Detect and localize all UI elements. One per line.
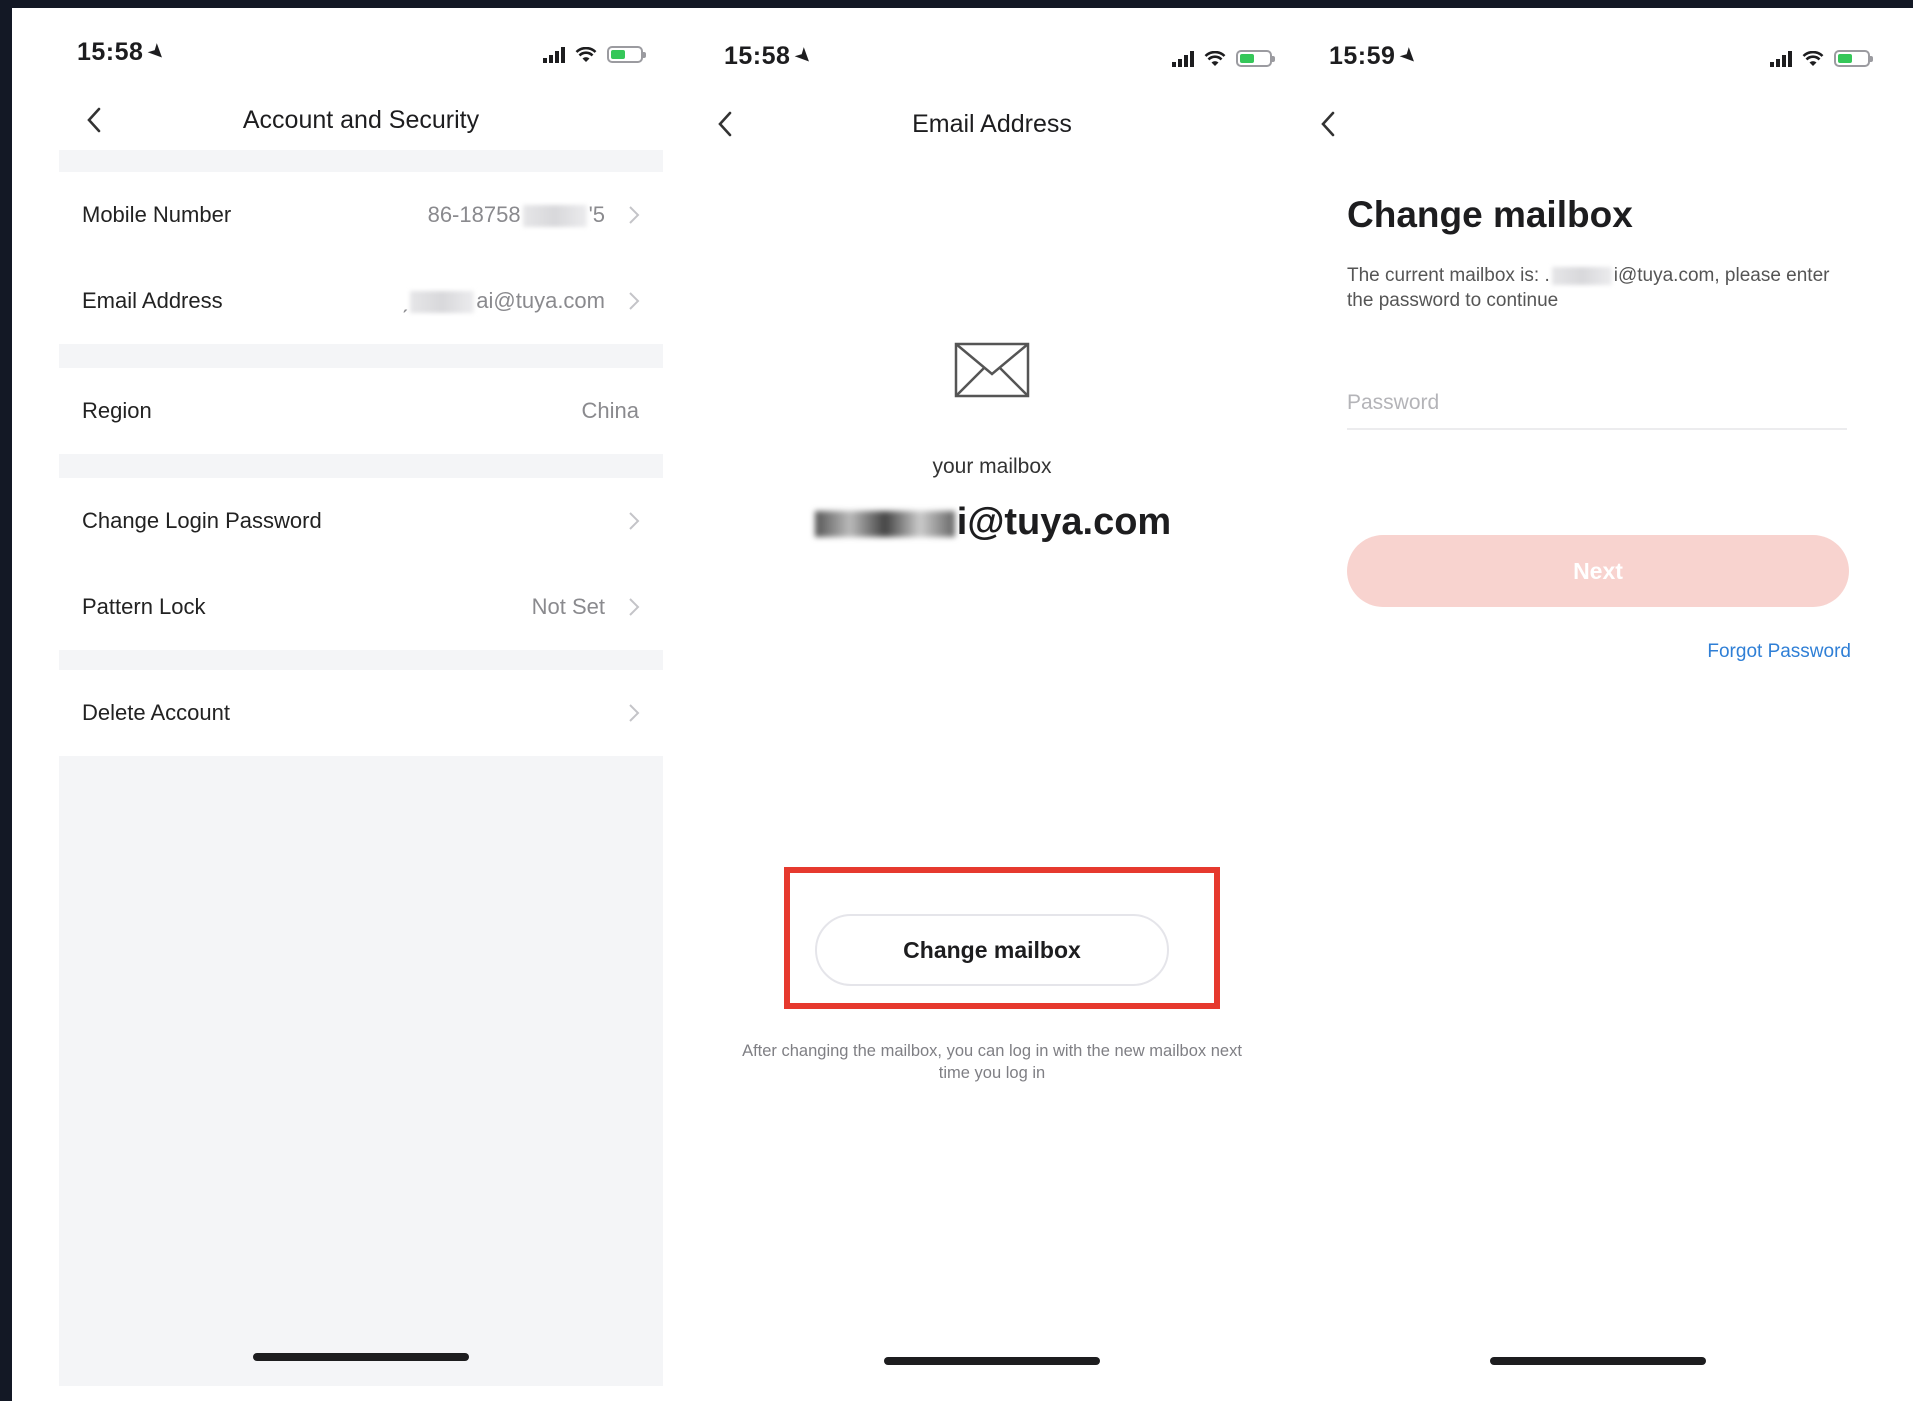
nav-bar — [1295, 94, 1900, 154]
page-title: Account and Security — [242, 106, 480, 134]
wifi-icon — [575, 46, 597, 62]
status-time-text: 15:59 — [1329, 42, 1396, 70]
chevron-right-icon — [629, 598, 640, 616]
location-arrow-icon: ➤ — [1397, 43, 1423, 69]
row-pattern-lock[interactable]: Pattern Lock Not Set — [59, 564, 663, 650]
chevron-right-icon — [629, 704, 640, 722]
nav-bar: Email Address — [690, 94, 1294, 154]
region-value: China — [581, 398, 639, 423]
row-delete-account[interactable]: Delete Account — [59, 670, 663, 756]
nav-bar: Account and Security — [59, 90, 663, 150]
home-indicator[interactable] — [1489, 1357, 1706, 1365]
section-divider — [59, 150, 663, 172]
forgot-password-link[interactable]: Forgot Password — [1707, 641, 1851, 663]
email-prefix: ˏ — [400, 288, 409, 313]
current-mailbox-description: The current mailbox is: . i@tuya.com, ple… — [1347, 263, 1837, 313]
row-mobile-number[interactable]: Mobile Number 86-18758 '5 — [59, 172, 663, 258]
status-icons — [1770, 50, 1873, 67]
row-label: Region — [82, 398, 152, 423]
window-frame-top — [0, 0, 1913, 8]
mobile-prefix: 86-18758 — [427, 202, 521, 227]
section-divider — [59, 650, 663, 670]
cellular-signal-icon — [543, 46, 565, 63]
row-label: Email Address — [82, 288, 223, 313]
status-time-text: 15:58 — [724, 42, 791, 70]
redacted-blur — [814, 510, 955, 537]
wifi-icon — [1204, 50, 1226, 66]
chevron-left-icon[interactable] — [1315, 108, 1343, 140]
redacted-blur — [522, 205, 587, 228]
home-indicator[interactable] — [253, 1353, 469, 1361]
row-label: Change Login Password — [82, 508, 322, 533]
redacted-blur — [410, 291, 475, 314]
row-change-login-password[interactable]: Change Login Password — [59, 478, 663, 564]
email-suffix: ai@tuya.com — [476, 288, 605, 313]
status-time: 15:58➤ — [724, 42, 817, 71]
change-mailbox-screen: 15:59➤ Change mailbox The current mailbo… — [1295, 8, 1900, 1401]
battery-charging-icon — [607, 46, 646, 63]
row-label: Mobile Number — [82, 202, 232, 227]
email-address-screen: 15:58➤ Email Address your mailbox i@tuya… — [690, 8, 1294, 1401]
empty-area — [59, 756, 663, 1386]
row-email-address[interactable]: Email Address ˏ ai@tuya.com — [59, 258, 663, 344]
location-arrow-icon: ➤ — [792, 43, 818, 69]
current-mailbox-address: i@tuya.com — [690, 501, 1294, 544]
pattern-lock-value: Not Set — [531, 594, 605, 619]
chevron-right-icon — [629, 292, 640, 310]
change-mailbox-hint: After changing the mailbox, you can log … — [742, 1042, 1242, 1082]
row-label: Delete Account — [82, 700, 230, 725]
page-title: Email Address — [912, 110, 1072, 138]
highlight-box — [784, 867, 1220, 1009]
battery-charging-icon — [1236, 50, 1275, 67]
envelope-icon — [954, 342, 1030, 398]
email-value: ˏ ai@tuya.com — [401, 288, 605, 314]
mobile-suffix: '5 — [588, 202, 605, 227]
status-icons — [1172, 50, 1275, 67]
status-time: 15:59➤ — [1329, 42, 1422, 71]
window-frame-left — [0, 0, 12, 1401]
battery-charging-icon — [1834, 50, 1873, 67]
mailbox-suffix: i@tuya.com — [956, 501, 1172, 543]
cellular-signal-icon — [1172, 50, 1194, 67]
status-bar: 15:59➤ — [1295, 8, 1900, 98]
status-bar: 15:58➤ — [690, 8, 1294, 98]
wifi-icon — [1802, 50, 1824, 66]
page-title: Change mailbox — [1347, 194, 1633, 235]
section-divider — [59, 344, 663, 368]
account-security-screen: 15:58➤ Account and Security Mobile Numbe… — [59, 8, 663, 1401]
your-mailbox-label: your mailbox — [932, 455, 1052, 478]
chevron-right-icon — [629, 206, 640, 224]
status-bar: 15:58➤ — [59, 8, 663, 98]
row-region[interactable]: Region China — [59, 368, 663, 454]
row-label: Pattern Lock — [82, 594, 206, 619]
mobile-number-value: 86-18758 '5 — [428, 202, 605, 228]
location-arrow-icon: ➤ — [145, 39, 171, 65]
status-icons — [543, 46, 646, 63]
chevron-right-icon — [629, 512, 640, 530]
desc-prefix: The current mailbox is: . — [1347, 265, 1550, 286]
status-time-text: 15:58 — [77, 38, 144, 66]
home-indicator[interactable] — [884, 1357, 1100, 1365]
section-divider — [59, 454, 663, 478]
cellular-signal-icon — [1770, 50, 1792, 67]
password-input[interactable] — [1347, 378, 1847, 430]
status-time: 15:58➤ — [77, 38, 170, 67]
next-button[interactable]: Next — [1347, 535, 1849, 607]
redacted-blur — [1551, 266, 1612, 285]
